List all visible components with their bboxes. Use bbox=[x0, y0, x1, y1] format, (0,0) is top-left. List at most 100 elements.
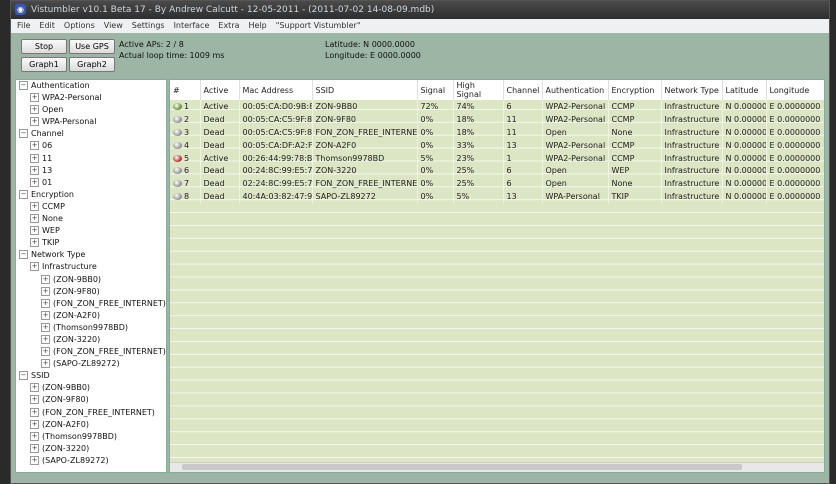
column-header[interactable]: Channel bbox=[503, 80, 543, 100]
scrollbar-thumb[interactable] bbox=[182, 464, 742, 470]
menu-item[interactable]: File bbox=[17, 19, 30, 33]
expand-icon[interactable]: + bbox=[41, 274, 50, 284]
menu-item[interactable]: Settings bbox=[132, 19, 165, 33]
column-header[interactable]: Encryption bbox=[608, 80, 662, 100]
expand-icon[interactable]: + bbox=[30, 262, 39, 272]
filter-tree[interactable]: − Authentication + WPA2-Personal + Open + WPA-P… bbox=[15, 79, 167, 473]
expand-icon[interactable]: + bbox=[30, 177, 39, 187]
tree-node[interactable]: +13 bbox=[16, 165, 166, 177]
expand-icon[interactable]: + bbox=[30, 201, 39, 211]
expand-icon[interactable]: + bbox=[30, 153, 39, 163]
tree-node[interactable]: + (FON_ZON_FREE_INTERNET) bbox=[16, 298, 166, 310]
tree-node[interactable]: + (Thomson9978BD) bbox=[16, 322, 166, 334]
collapse-icon[interactable]: − bbox=[19, 250, 28, 260]
tree-node[interactable]: + (ZON-3220) bbox=[16, 443, 166, 455]
tree-node[interactable]: − SSID bbox=[16, 370, 166, 382]
table-row[interactable]: 1 Active 00:05:CA:D0:9B:88 ZON-9BB0 72% 74% 6 W… bbox=[170, 100, 824, 113]
tree-node[interactable]: + (FON_ZON_FREE_INTERNET) bbox=[16, 346, 166, 358]
expand-icon[interactable]: + bbox=[30, 431, 39, 441]
menu-item[interactable]: Options bbox=[64, 19, 95, 33]
column-header[interactable]: # bbox=[170, 80, 201, 100]
column-header[interactable]: Authentication bbox=[542, 80, 609, 100]
expand-icon[interactable]: + bbox=[41, 322, 50, 332]
tree-node[interactable]: + (ZON-9BB0) bbox=[16, 274, 166, 286]
tree-node[interactable]: + TKIP bbox=[16, 237, 166, 249]
column-header[interactable]: SSID bbox=[312, 80, 418, 100]
tree-node[interactable]: + CCMP bbox=[16, 201, 166, 213]
menu-item[interactable]: View bbox=[104, 19, 123, 33]
graph1-button[interactable]: Graph1 bbox=[21, 57, 67, 72]
collapse-icon[interactable]: − bbox=[19, 129, 28, 139]
tree-node[interactable]: + (FON_ZON_FREE_INTERNET) bbox=[16, 407, 166, 419]
column-header[interactable]: Signal bbox=[417, 80, 454, 100]
table-row[interactable]: 7 Dead 02:24:8C:99:E5:73 FON_ZON_FREE_INTER… bbox=[170, 177, 824, 191]
tree-node[interactable]: − Network Type bbox=[16, 249, 166, 261]
column-header[interactable]: Network Type bbox=[661, 80, 723, 100]
expand-icon[interactable]: + bbox=[41, 298, 50, 308]
expand-icon[interactable]: + bbox=[30, 407, 39, 417]
expand-icon[interactable]: + bbox=[30, 93, 39, 103]
horizontal-scrollbar[interactable] bbox=[170, 462, 824, 472]
tree-node[interactable]: + (SAPO-ZL89272) bbox=[16, 358, 166, 370]
menu-item[interactable]: Extra bbox=[218, 19, 239, 33]
tree-node[interactable]: + (ZON-9BB0) bbox=[16, 382, 166, 394]
tree-node[interactable]: + (ZON-A2F0) bbox=[16, 419, 166, 431]
tree-node[interactable]: − Authentication bbox=[16, 80, 166, 92]
collapse-icon[interactable]: − bbox=[19, 81, 28, 90]
tree-node[interactable]: + (ZON-9F80) bbox=[16, 286, 166, 298]
expand-icon[interactable]: + bbox=[30, 238, 39, 248]
column-header[interactable]: High Signal bbox=[453, 80, 504, 100]
expand-icon[interactable]: + bbox=[30, 455, 39, 465]
column-header[interactable]: Latitude bbox=[722, 80, 767, 100]
graph2-button[interactable]: Graph2 bbox=[69, 57, 115, 72]
menu-item[interactable]: Help bbox=[249, 19, 267, 33]
tree-node[interactable]: + (ZON-3220) bbox=[16, 334, 166, 346]
expand-icon[interactable]: + bbox=[30, 214, 39, 224]
expand-icon[interactable]: + bbox=[30, 395, 39, 405]
expand-icon[interactable]: + bbox=[30, 419, 39, 429]
table-row[interactable]: 6 Dead 00:24:8C:99:E5:72 ZON-3220 0% 25% 6 Open… bbox=[170, 164, 824, 178]
tree-node[interactable]: + WPA2-Personal bbox=[16, 92, 166, 104]
tree-node[interactable]: + WPA-Personal bbox=[16, 116, 166, 128]
expand-icon[interactable]: + bbox=[30, 117, 39, 127]
tree-node[interactable]: + Infrastructure bbox=[16, 261, 166, 273]
tree-node[interactable]: + (ZON-A2F0) bbox=[16, 310, 166, 322]
table-row[interactable]: 5 Active 00:26:44:99:78:BD Thomson9978BD 5% 2… bbox=[170, 151, 824, 165]
expand-icon[interactable]: + bbox=[41, 286, 50, 296]
expand-icon[interactable]: + bbox=[41, 310, 50, 320]
expand-icon[interactable]: + bbox=[30, 383, 39, 393]
expand-icon[interactable]: + bbox=[30, 226, 39, 236]
collapse-icon[interactable]: − bbox=[19, 189, 28, 199]
table-row[interactable]: 4 Dead 00:05:CA:DF:A2:F8 ZON-A2F0 0% 33% 13 WPA… bbox=[170, 138, 824, 152]
menu-item[interactable]: "Support Vistumbler" bbox=[276, 19, 361, 33]
menu-item[interactable]: Edit bbox=[39, 19, 55, 33]
tree-node[interactable]: + (ZON-9F80) bbox=[16, 394, 166, 406]
expand-icon[interactable]: + bbox=[30, 105, 39, 115]
tree-node[interactable]: + Open bbox=[16, 104, 166, 116]
table-row[interactable]: 2 Dead 00:05:CA:C5:9F:88 ZON-9F80 0% 18% 11 WPA… bbox=[170, 112, 824, 126]
tree-node[interactable]: +06 bbox=[16, 140, 166, 152]
table-row[interactable]: 3 Dead 00:05:CA:C5:9F:89 FON_ZON_FREE_INTER… bbox=[170, 125, 824, 139]
tree-node[interactable]: +11 bbox=[16, 153, 166, 165]
expand-icon[interactable]: + bbox=[41, 334, 50, 344]
menu-item[interactable]: Interface bbox=[174, 19, 210, 33]
tree-node[interactable]: + (Thomson9978BD) bbox=[16, 431, 166, 443]
column-header[interactable]: Longitude bbox=[766, 80, 824, 100]
expand-icon[interactable]: + bbox=[30, 141, 39, 151]
column-header[interactable]: Active bbox=[200, 80, 240, 100]
tree-node[interactable]: − Channel bbox=[16, 128, 166, 140]
tree-node[interactable]: + WEP bbox=[16, 225, 166, 237]
tree-node[interactable]: +01 bbox=[16, 177, 166, 189]
expand-icon[interactable]: + bbox=[41, 347, 50, 357]
expand-icon[interactable]: + bbox=[30, 443, 39, 453]
tree-node[interactable]: + (SAPO-ZL89272) bbox=[16, 455, 166, 467]
use-gps-button[interactable]: Use GPS bbox=[69, 39, 115, 54]
expand-icon[interactable]: + bbox=[41, 359, 50, 369]
tree-node[interactable]: + None bbox=[16, 213, 166, 225]
table-row[interactable]: 8 Dead 40:4A:03:82:47:9E SAPO-ZL89272 0% 5% 13… bbox=[170, 190, 824, 204]
expand-icon[interactable]: + bbox=[30, 165, 39, 175]
stop-button[interactable]: Stop bbox=[21, 39, 67, 54]
tree-node[interactable]: − Encryption bbox=[16, 189, 166, 201]
column-header[interactable]: Mac Address bbox=[239, 80, 313, 100]
collapse-icon[interactable]: − bbox=[19, 371, 28, 381]
